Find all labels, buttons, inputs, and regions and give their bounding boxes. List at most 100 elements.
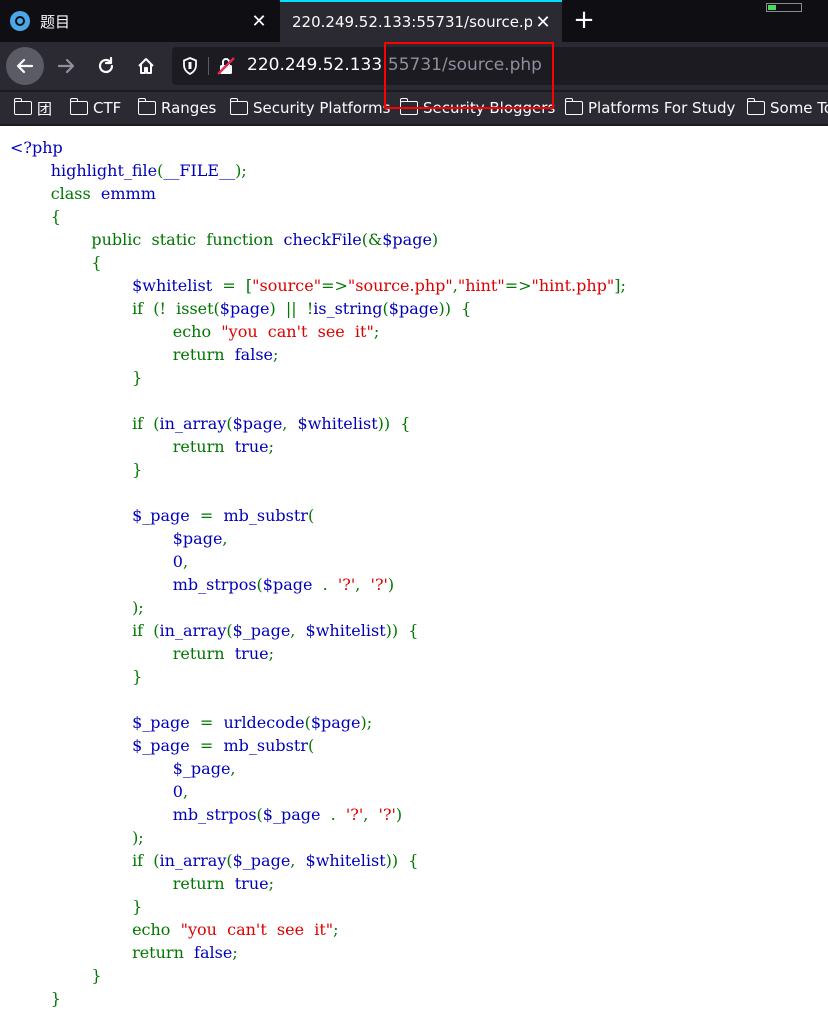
- code-token: $page: [232, 414, 283, 433]
- code-token: ;: [268, 644, 274, 663]
- code-token: ) || !: [269, 299, 314, 318]
- back-arrow-icon[interactable]: [6, 47, 44, 85]
- code-token: "source.php": [347, 276, 453, 295]
- code-token: $_page: [232, 851, 291, 870]
- code-token: if (: [10, 851, 160, 870]
- bookmark-folder-some-to[interactable]: Some To: [746, 97, 828, 119]
- code-token: "hint.php": [531, 276, 615, 295]
- bookmarks-toolbar: 团 CTF Ranges Security Platforms Security…: [0, 92, 828, 124]
- code-token: {: [10, 207, 61, 226]
- code-token: in_array: [159, 851, 227, 870]
- code-token: emmm: [100, 184, 156, 203]
- code-line: }: [10, 458, 828, 481]
- code-token: false: [194, 943, 233, 962]
- code-token: );: [10, 598, 144, 617]
- code-line: );: [10, 596, 828, 619]
- close-tab-icon[interactable]: ✕: [532, 12, 554, 33]
- code-token: <?php: [10, 138, 63, 157]
- forward-arrow-icon[interactable]: [48, 48, 84, 84]
- code-token: $_page: [262, 805, 331, 824]
- code-token: =: [199, 506, 224, 525]
- code-token: {: [10, 253, 102, 272]
- code-token: return: [10, 437, 235, 456]
- code-token: ,: [282, 414, 298, 433]
- code-line: return true;: [10, 435, 828, 458]
- code-token: return: [10, 345, 235, 364]
- code-line: echo "you can't see it";: [10, 320, 828, 343]
- code-token: __FILE__: [163, 161, 236, 180]
- code-line: }: [10, 895, 828, 918]
- code-token: mb_substr: [223, 736, 308, 755]
- bookmark-folder-platforms-for-study[interactable]: Platforms For Study: [564, 97, 736, 119]
- code-token: mb_substr: [223, 506, 308, 525]
- code-token: $_page: [10, 506, 200, 525]
- tab-source-php[interactable]: 220.249.52.133:55731/source.php ✕: [280, 0, 562, 42]
- bookmark-folder-security-platforms[interactable]: Security Platforms: [229, 97, 391, 119]
- reload-icon[interactable]: [88, 48, 124, 84]
- code-token: ,: [355, 575, 371, 594]
- code-token: }: [10, 989, 61, 1008]
- browser-chrome: 题目 ✕ 220.249.52.133:55731/source.php ✕ +…: [0, 0, 828, 126]
- bookmark-folder-ctf[interactable]: CTF: [69, 97, 122, 119]
- bookmark-folder-ranges[interactable]: Ranges: [137, 97, 216, 119]
- url-text[interactable]: 220.249.52.133:55731/source.php: [247, 55, 542, 75]
- code-token: true: [234, 874, 269, 893]
- code-token: is_string: [313, 299, 383, 318]
- code-token: mb_strpos: [10, 575, 257, 594]
- insecure-lock-icon[interactable]: [216, 56, 236, 76]
- new-tab-plus-icon[interactable]: +: [568, 4, 600, 36]
- code-token: =>: [504, 276, 532, 295]
- code-line: if (in_array($page, $whitelist)) {: [10, 412, 828, 435]
- code-line: }: [10, 964, 828, 987]
- code-token: $page: [262, 575, 323, 594]
- home-icon[interactable]: [128, 48, 164, 84]
- tab-challenge[interactable]: 题目 ✕: [0, 0, 278, 42]
- code-token: "source": [252, 276, 322, 295]
- bookmark-label: Security Platforms: [253, 99, 391, 117]
- code-token: '?': [378, 805, 396, 824]
- folder-icon: [137, 98, 156, 115]
- code-token: if (: [10, 621, 160, 640]
- url-bar-separator: [208, 57, 209, 75]
- code-token: $_page: [10, 713, 200, 732]
- code-line: 0,: [10, 550, 828, 573]
- code-token: ,: [363, 805, 379, 824]
- code-line: <?php: [10, 136, 828, 159]
- code-token: ): [395, 805, 403, 824]
- code-token: "you can't see it": [180, 920, 334, 939]
- code-token: $_page: [232, 621, 291, 640]
- bookmark-folder-security-bloggers[interactable]: Security Bloggers: [399, 97, 555, 119]
- code-token: );: [10, 828, 144, 847]
- tab-title: 题目: [40, 12, 71, 31]
- tab-title: 220.249.52.133:55731/source.php: [292, 13, 532, 31]
- code-token: = [: [222, 276, 253, 295]
- code-token: $page: [382, 230, 432, 249]
- bookmark-label: CTF: [93, 99, 122, 117]
- code-token: if (! isset(: [10, 299, 220, 318]
- code-line: public static function checkFile(&$page): [10, 228, 828, 251]
- code-line: class emmm: [10, 182, 828, 205]
- code-token: .: [322, 575, 338, 594]
- code-token: in_array: [159, 414, 227, 433]
- folder-icon: [564, 98, 583, 115]
- tracking-shield-icon[interactable]: [180, 56, 200, 76]
- code-token: $page: [310, 713, 361, 732]
- code-token: if (: [10, 414, 160, 433]
- bookmark-label: 团: [37, 99, 53, 118]
- code-line: mb_strpos($_page . '?', '?'): [10, 803, 828, 826]
- code-token: ;: [373, 322, 380, 341]
- code-line: highlight_file(__FILE__);: [10, 159, 828, 182]
- code-token: );: [235, 161, 247, 180]
- close-tab-icon[interactable]: ✕: [248, 11, 270, 32]
- code-token: ): [431, 230, 439, 249]
- bookmark-folder-tuan[interactable]: 团: [13, 97, 53, 119]
- code-line: $page,: [10, 527, 828, 550]
- bookmark-label: Platforms For Study: [588, 99, 736, 117]
- code-token: '?': [345, 805, 364, 824]
- bookmark-label: Some To: [770, 99, 828, 117]
- url-bar[interactable]: 220.249.52.133:55731/source.php: [172, 47, 828, 85]
- code-line: }: [10, 366, 828, 389]
- code-token: =>: [321, 276, 348, 295]
